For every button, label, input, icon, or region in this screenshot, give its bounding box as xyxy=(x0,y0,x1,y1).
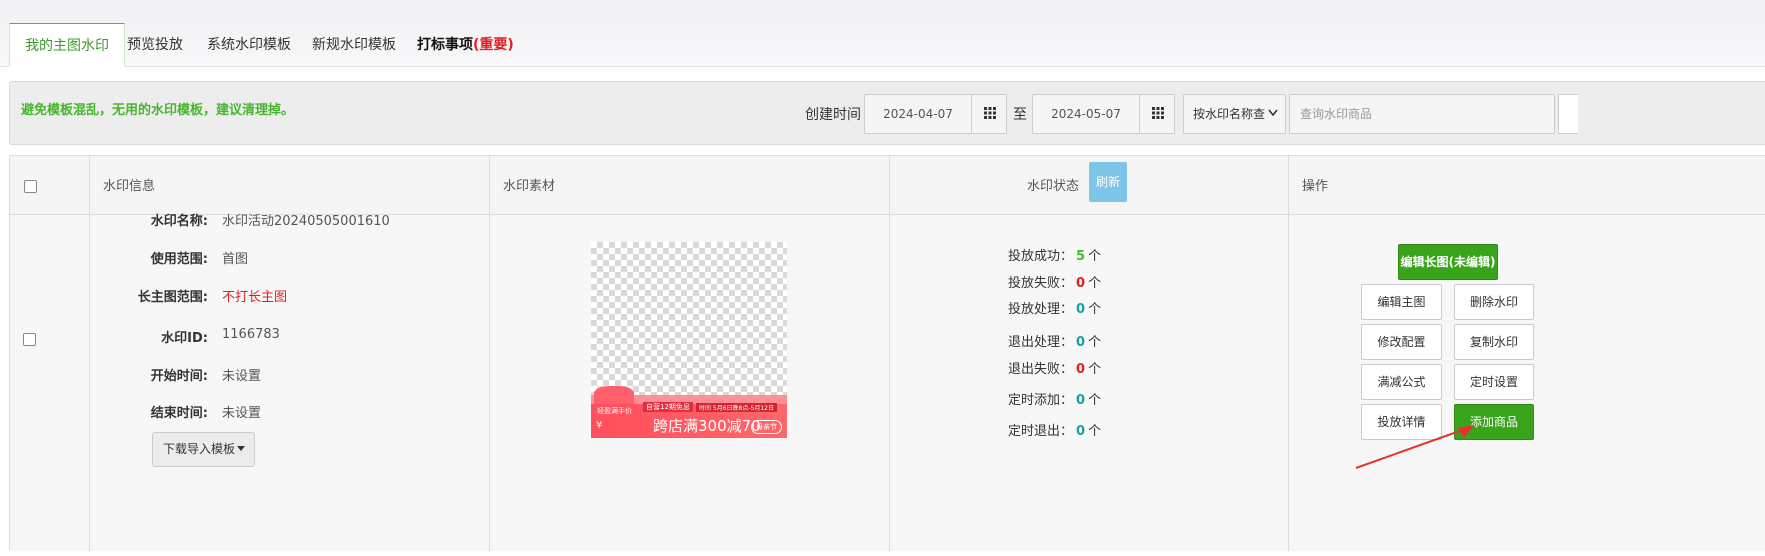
annotation-arrow-icon xyxy=(1355,425,1474,469)
gift-decoration xyxy=(594,386,634,404)
filter-bar: 避免模板混乱，无用的水印模板，建议清理掉。 创建时间 2024-04-07 至 … xyxy=(9,81,1765,145)
delete-watermark-button[interactable]: 删除水印 xyxy=(1454,284,1534,320)
tab-preview[interactable]: 预览投放 xyxy=(127,23,183,67)
chevron-down-icon xyxy=(1268,109,1278,117)
download-template-label: 下载导入模板 xyxy=(163,442,236,456)
status-label: 投放处理： xyxy=(1008,302,1074,317)
status-count: 0 xyxy=(1076,276,1086,291)
banner-tag-d: 母亲节 xyxy=(751,420,782,434)
status-success: 投放成功： 5 个 xyxy=(1008,245,1101,264)
banner-tag-c: 时间 5月6日晚8点-5月12日 xyxy=(696,403,777,412)
edit-main-image-button[interactable]: 编辑主图 xyxy=(1361,284,1442,320)
field-value-long-scope: 不打长主图 xyxy=(222,290,288,305)
status-label: 投放失败： xyxy=(1008,276,1074,291)
status-label: 退出处理： xyxy=(1008,335,1074,350)
status-failed: 投放失败： 0 个 xyxy=(1008,272,1101,291)
to-label: 至 xyxy=(1013,107,1027,123)
banner-yen: ¥ xyxy=(596,420,603,431)
banner-main-text: 跨店满300减70 xyxy=(653,417,761,435)
banner-tag-a: 轻盈满手价 xyxy=(597,407,632,415)
field-key-scope: 使用范围: xyxy=(150,252,208,267)
field-value-start: 未设置 xyxy=(222,369,262,384)
table-header: 水印信息 水印素材 水印状态 刷新 操作 xyxy=(10,156,1765,215)
row-checkbox[interactable] xyxy=(23,333,36,346)
field-key-name: 水印名称: xyxy=(150,214,208,229)
created-time-label: 创建时间 xyxy=(805,107,861,123)
edit-long-image-button[interactable]: 编辑长图(未编辑) xyxy=(1398,244,1498,280)
field-key-end: 结束时间: xyxy=(150,406,208,421)
modify-config-button[interactable]: 修改配置 xyxy=(1361,324,1442,360)
end-date-input[interactable]: 2024-05-07 xyxy=(1032,94,1140,134)
search-input[interactable]: 查询水印商品 xyxy=(1289,94,1555,134)
tab-bar: 我的主图水印 预览投放 系统水印模板 新规水印模板 打标事项(重要) xyxy=(0,0,1765,67)
search-button[interactable] xyxy=(1558,94,1578,134)
field-key-start: 开始时间: xyxy=(150,369,208,384)
field-value-id: 1166783 xyxy=(222,327,280,342)
divider xyxy=(489,156,490,551)
tab-my-watermarks[interactable]: 我的主图水印 xyxy=(9,23,125,67)
status-unit: 个 xyxy=(1088,424,1102,439)
watermark-preview-image[interactable]: 轻盈满手价 ¥ 跨店满300减70 母亲节 自营12期免息 时间 5月6日晚8点… xyxy=(591,242,787,438)
status-count: 0 xyxy=(1076,335,1086,350)
tab-new-templates[interactable]: 新规水印模板 xyxy=(312,23,396,67)
discount-formula-button[interactable]: 满减公式 xyxy=(1361,364,1442,400)
status-unit: 个 xyxy=(1088,335,1102,350)
col-material: 水印素材 xyxy=(503,179,556,194)
field-value-end: 未设置 xyxy=(222,406,262,421)
start-date-input[interactable]: 2024-04-07 xyxy=(864,94,972,134)
divider xyxy=(889,156,890,551)
tab-system-templates[interactable]: 系统水印模板 xyxy=(207,23,291,67)
caret-down-icon xyxy=(237,446,245,451)
tab-important-badge: (重要) xyxy=(473,37,514,53)
status-count: 0 xyxy=(1076,302,1086,317)
status-label: 退出失败： xyxy=(1008,362,1074,377)
field-value-scope: 首图 xyxy=(222,252,249,267)
status-label: 投放成功： xyxy=(1008,249,1074,264)
divider xyxy=(1288,156,1289,551)
status-unit: 个 xyxy=(1088,393,1102,408)
status-label: 定时退出： xyxy=(1008,424,1074,439)
status-exit-failed: 退出失败： 0 个 xyxy=(1008,358,1101,377)
status-timed-add: 定时添加： 0 个 xyxy=(1008,389,1101,408)
status-unit: 个 xyxy=(1088,302,1102,317)
col-ops: 操作 xyxy=(1302,179,1329,194)
banner-tag-b: 自营12期免息 xyxy=(643,402,693,412)
grid-icon xyxy=(984,107,996,119)
status-exit-processing: 退出处理： 0 个 xyxy=(1008,331,1101,350)
download-template-button[interactable]: 下载导入模板 xyxy=(152,432,255,467)
field-value-name: 水印活动20240505001610 xyxy=(222,214,390,229)
grid-icon xyxy=(1152,107,1164,119)
start-date-picker-button[interactable] xyxy=(971,94,1007,134)
status-unit: 个 xyxy=(1088,249,1102,264)
col-status: 水印状态 xyxy=(1027,179,1080,194)
end-date-picker-button[interactable] xyxy=(1139,94,1175,134)
tab-marking-notes[interactable]: 打标事项(重要) xyxy=(417,23,514,67)
field-key-id: 水印ID: xyxy=(161,331,208,346)
refresh-button[interactable]: 刷新 xyxy=(1089,162,1127,202)
status-timed-exit: 定时退出： 0 个 xyxy=(1008,420,1101,439)
status-processing: 投放处理： 0 个 xyxy=(1008,298,1101,317)
status-count: 0 xyxy=(1076,424,1086,439)
copy-watermark-button[interactable]: 复制水印 xyxy=(1454,324,1534,360)
status-label: 定时添加： xyxy=(1008,393,1074,408)
select-all-checkbox[interactable] xyxy=(24,180,37,193)
status-count: 0 xyxy=(1076,393,1086,408)
col-info: 水印信息 xyxy=(103,179,156,194)
cleanup-notice: 避免模板混乱，无用的水印模板，建议清理掉。 xyxy=(21,103,295,118)
timer-settings-button[interactable]: 定时设置 xyxy=(1454,364,1534,400)
tab-marking-label: 打标事项 xyxy=(417,37,473,53)
search-type-value: 按水印名称查 xyxy=(1193,107,1266,121)
status-unit: 个 xyxy=(1088,276,1102,291)
status-count: 5 xyxy=(1076,249,1086,264)
status-count: 0 xyxy=(1076,362,1086,377)
field-key-long-scope: 长主图范围: xyxy=(137,290,208,305)
search-type-select[interactable]: 按水印名称查 xyxy=(1183,94,1286,134)
status-unit: 个 xyxy=(1088,362,1102,377)
